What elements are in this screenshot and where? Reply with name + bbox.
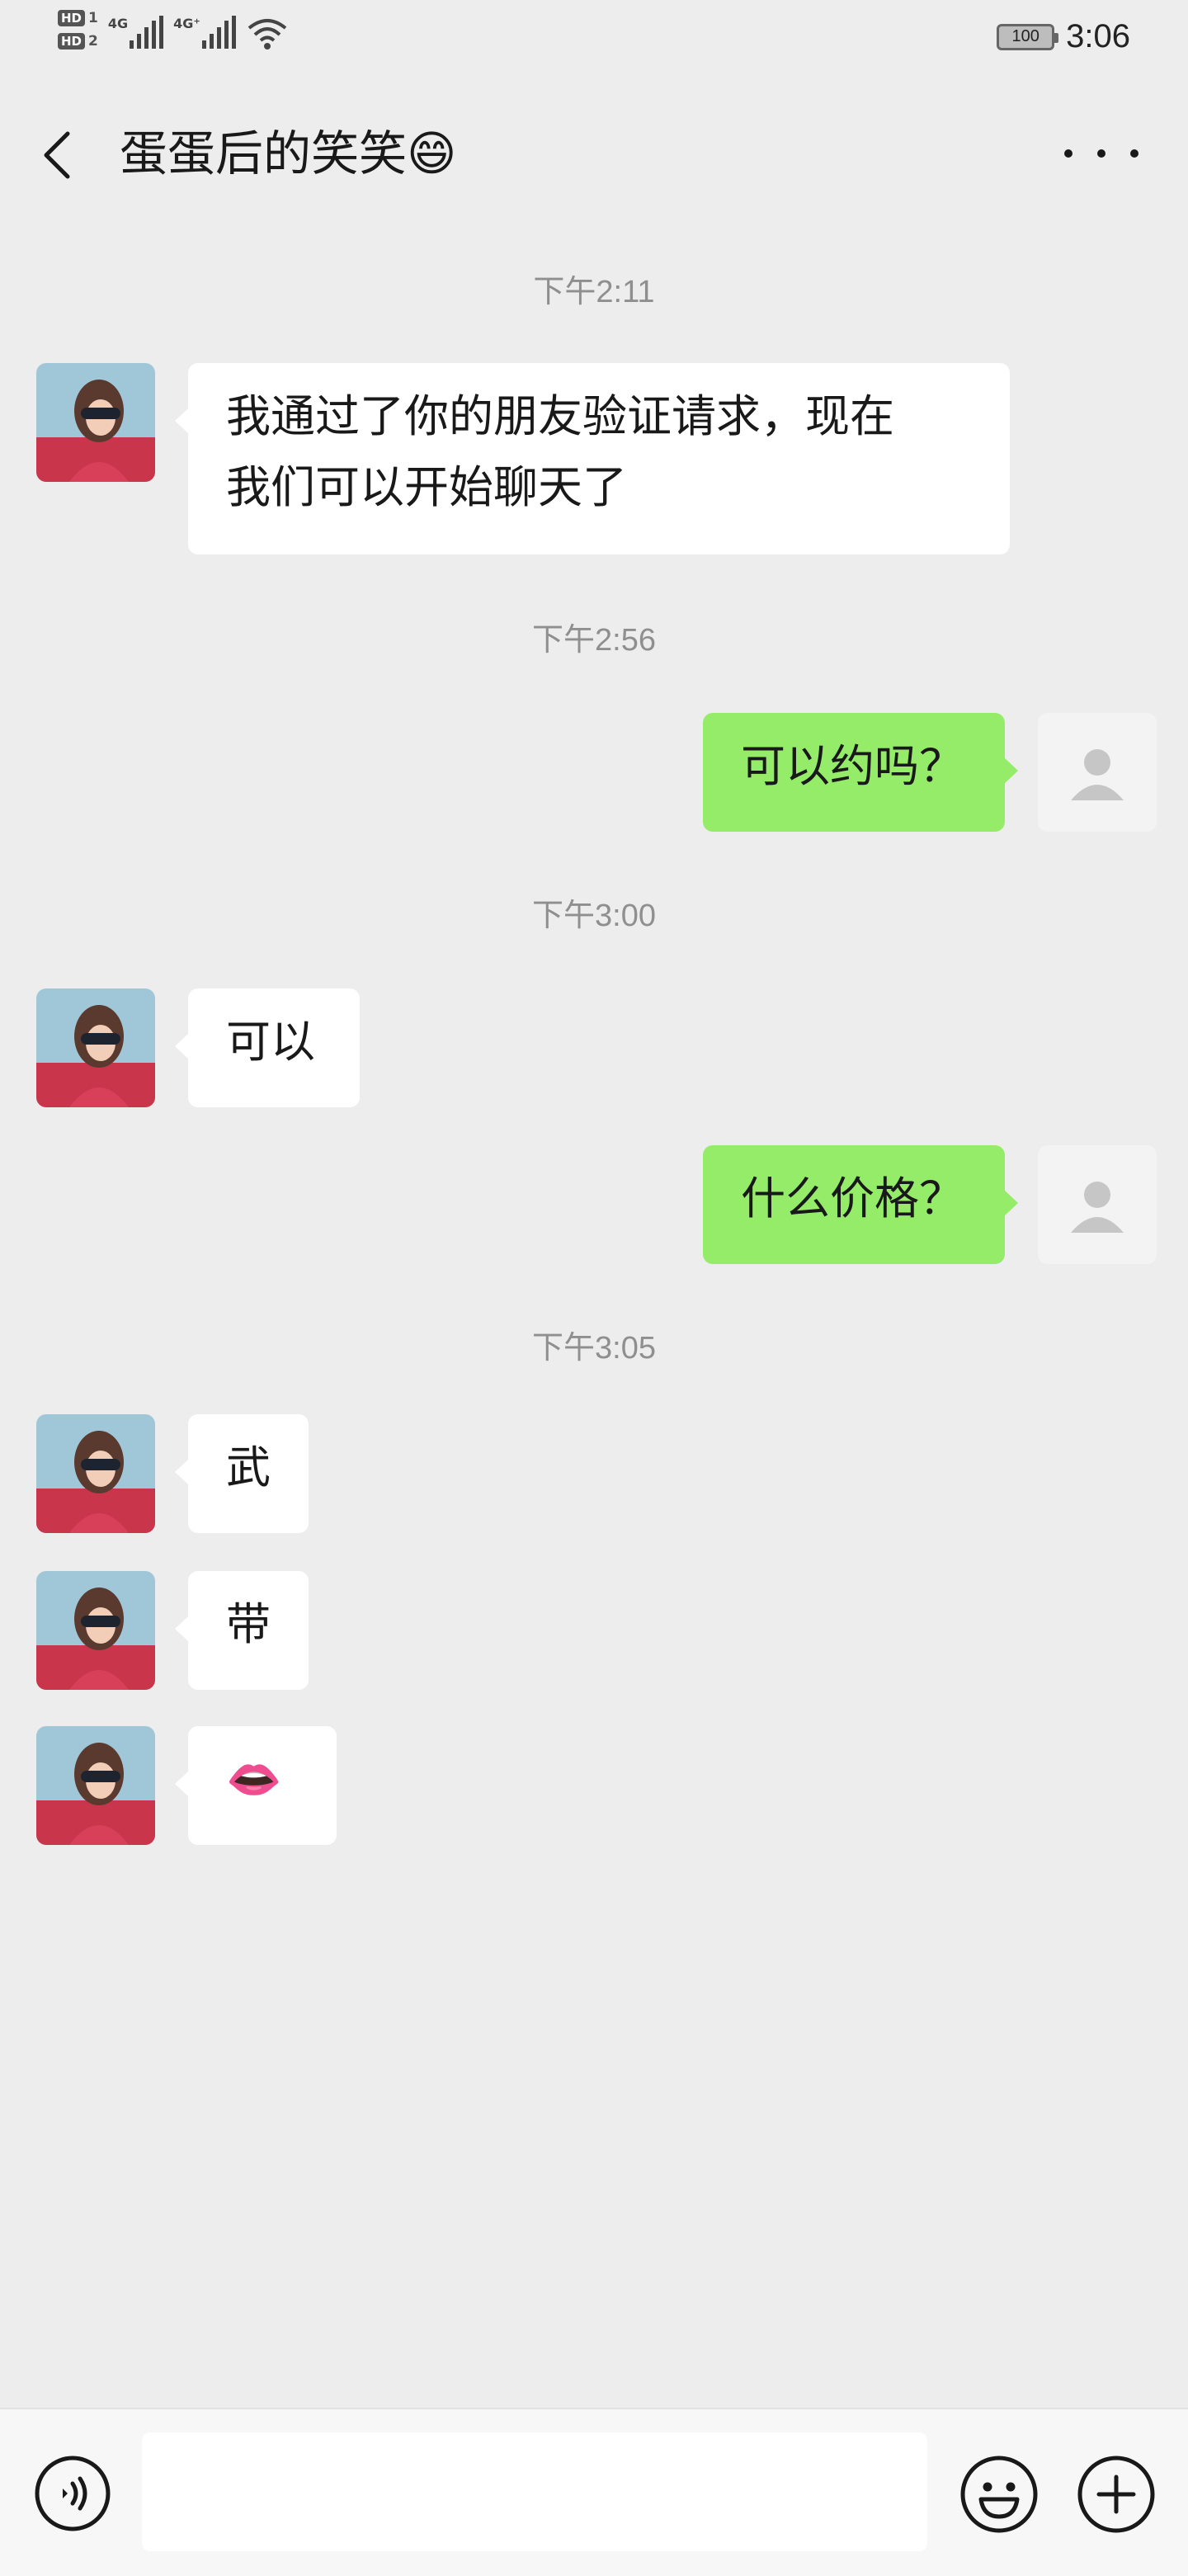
message-bubble-incoming[interactable]: 可以 bbox=[175, 988, 360, 1107]
wifi-icon bbox=[248, 19, 287, 50]
message-bubble-incoming[interactable]: 👄 bbox=[175, 1726, 337, 1845]
message-bubble-incoming[interactable]: 带 bbox=[175, 1571, 309, 1690]
message-bubble-incoming[interactable]: 我通过了你的朋友验证请求，现在 我们可以开始聊天了 bbox=[175, 363, 1010, 554]
message-input[interactable] bbox=[142, 2432, 927, 2551]
default-user-icon bbox=[1071, 749, 1124, 800]
contact-avatar[interactable] bbox=[36, 1726, 155, 1845]
contact-avatar[interactable] bbox=[36, 363, 155, 482]
back-arrow-icon[interactable] bbox=[33, 122, 82, 188]
input-bar bbox=[0, 2408, 1188, 2576]
status-left: HD 1 HD 2 4G 4G⁺ bbox=[58, 8, 289, 51]
contact-avatar[interactable] bbox=[36, 1414, 155, 1533]
status-bar: HD 1 HD 2 4G 4G⁺ 100 3:06 bbox=[0, 0, 1188, 79]
signal-sim2: 4G⁺ bbox=[173, 16, 236, 49]
status-clock: 3:06 bbox=[1066, 18, 1130, 54]
voice-icon[interactable] bbox=[33, 2454, 112, 2533]
status-right: 100 3:06 bbox=[997, 18, 1130, 55]
contact-avatar[interactable] bbox=[36, 988, 155, 1107]
timestamp: 下午3:05 bbox=[532, 1331, 656, 1366]
default-user-icon bbox=[1071, 1182, 1124, 1233]
signal-sim1: 4G bbox=[108, 16, 164, 49]
battery-icon: 100 bbox=[997, 23, 1059, 50]
signal-bars-icon bbox=[201, 16, 236, 49]
plus-icon[interactable] bbox=[1076, 2454, 1157, 2535]
signal-bars-icon bbox=[130, 16, 164, 49]
chat-header: 蛋蛋后的笑笑😄 bbox=[0, 79, 1188, 231]
timestamp: 下午2:56 bbox=[532, 623, 656, 658]
more-options-icon[interactable] bbox=[1064, 137, 1138, 170]
hd-indicators: HD 1 HD 2 bbox=[58, 10, 98, 50]
hd1-indicator: HD 1 bbox=[58, 10, 98, 26]
lips-emoji: 👄 bbox=[226, 1753, 282, 1805]
self-avatar[interactable] bbox=[1038, 713, 1157, 832]
self-avatar[interactable] bbox=[1038, 1145, 1157, 1264]
timestamp: 下午2:11 bbox=[533, 275, 655, 309]
message-bubble-outgoing[interactable]: 可以约吗？ bbox=[703, 713, 1018, 832]
contact-avatar[interactable] bbox=[36, 1571, 155, 1690]
message-bubble-outgoing[interactable]: 什么价格？ bbox=[703, 1145, 1018, 1264]
emoji-icon[interactable] bbox=[959, 2454, 1040, 2535]
hd2-indicator: HD 2 bbox=[58, 33, 98, 50]
chat-title: 蛋蛋后的笑笑😄 bbox=[120, 125, 457, 182]
timestamp: 下午3:00 bbox=[532, 899, 656, 933]
message-bubble-incoming[interactable]: 武 bbox=[175, 1414, 309, 1533]
